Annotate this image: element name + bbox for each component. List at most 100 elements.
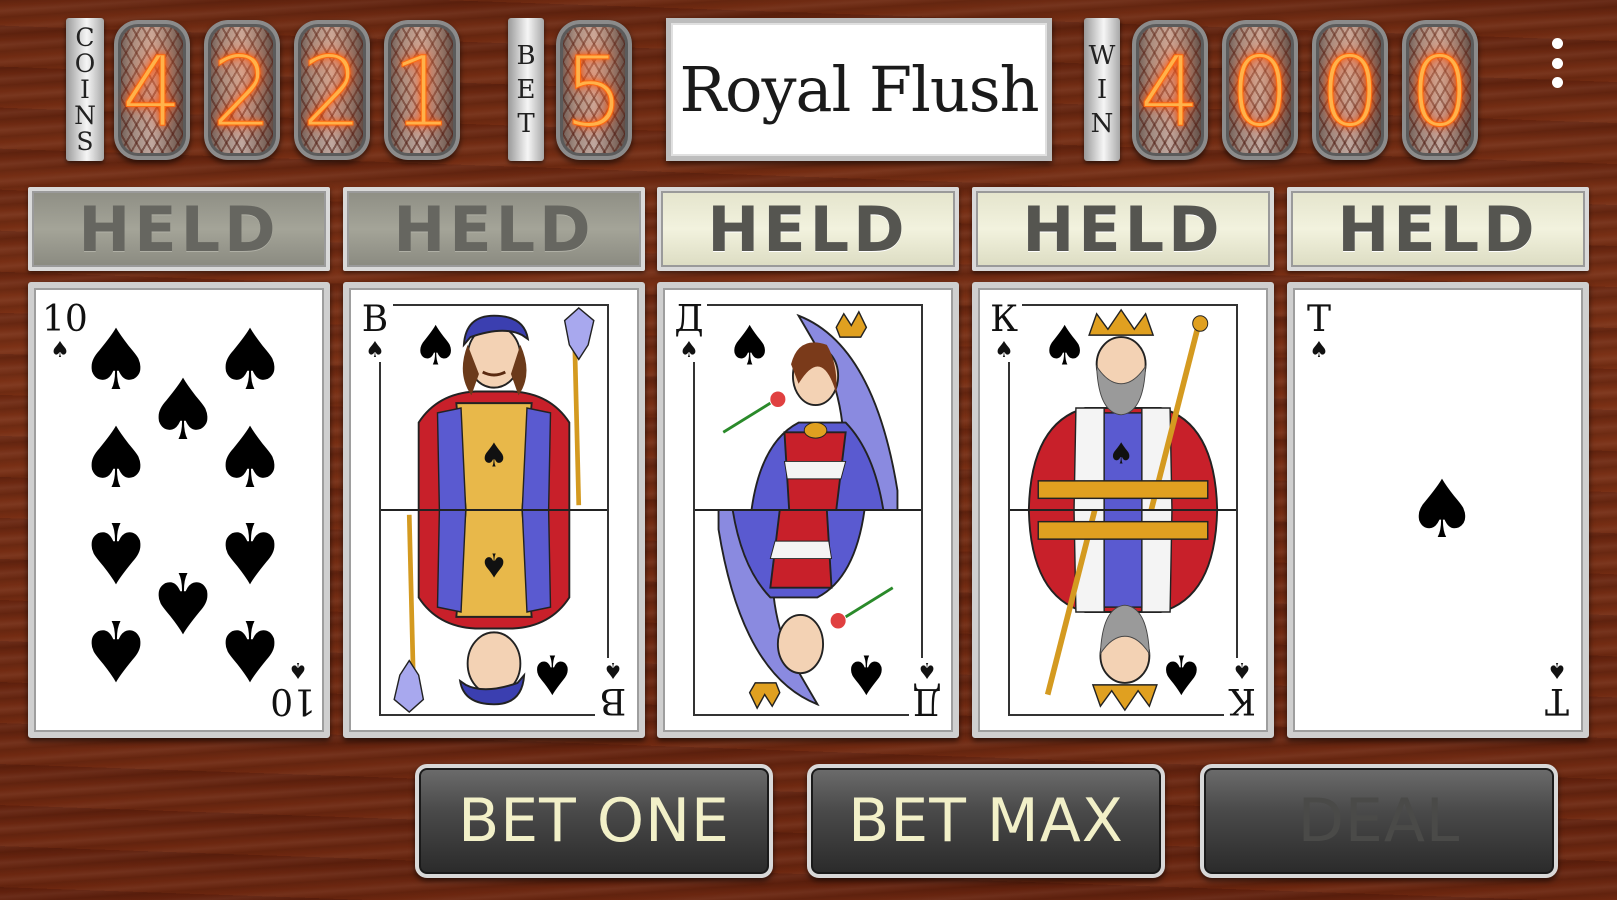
card-rank: Т (1545, 680, 1570, 721)
bet-digit: 5 (563, 36, 625, 148)
svg-text:♠: ♠ (1041, 314, 1088, 378)
spade-icon: ♠ (679, 338, 699, 363)
spade-icon: ♠ (1547, 657, 1567, 682)
coins-digit-tube: 4 (114, 20, 190, 160)
held-label: HELD (1337, 192, 1539, 266)
card-rank: В (599, 680, 627, 721)
svg-text:♠: ♠ (529, 643, 576, 707)
card-corner: Д ♠ (671, 302, 707, 362)
card-rank: 10 (42, 299, 88, 340)
card-5[interactable]: Т ♠ Т ♠ ♠ (1287, 282, 1589, 738)
win-digit: 0 (1319, 36, 1381, 148)
hand-result-panel: Royal Flush (666, 18, 1052, 161)
bet-one-label: BET ONE (458, 786, 730, 856)
held-label: HELD (707, 192, 909, 266)
jack-portrait: ♠ ♠ ♠ ♠ (379, 304, 609, 716)
spade-icon: ♠ (212, 601, 288, 699)
card-rank: Д (912, 680, 942, 721)
card-rank: К (990, 299, 1018, 340)
bet-max-label: BET MAX (848, 786, 1124, 856)
bet-label: B E T (508, 18, 544, 161)
card-3[interactable]: ♠ ♠ Д ♠ Д ♠ (657, 282, 959, 738)
coins-digit-tube: 1 (384, 20, 460, 160)
card-corner: Т ♠ (1301, 302, 1337, 362)
jack-figure-icon: ♠ ♠ ♠ ♠ (381, 306, 607, 714)
win-letter: W (1088, 40, 1116, 71)
overflow-menu-icon[interactable] (1546, 38, 1568, 88)
coins-letter: O (74, 48, 96, 78)
card-2[interactable]: ♠ ♠ ♠ ♠ В ♠ В ♠ (343, 282, 645, 738)
spade-icon: ♠ (78, 503, 154, 601)
spade-icon: ♠ (917, 657, 937, 682)
card-corner: В ♠ (595, 657, 631, 721)
king-figure-icon: ♠ ♠ ♠ (1010, 306, 1236, 714)
bet-max-button[interactable]: BET MAX (807, 764, 1165, 878)
coins-label: C O I N S (66, 18, 104, 161)
win-digit-tube: 0 (1402, 20, 1478, 160)
held-indicator-4[interactable]: HELD (972, 187, 1274, 271)
card-corner: К ♠ (1224, 657, 1260, 721)
svg-text:♠: ♠ (1158, 643, 1205, 707)
spade-icon: ♠ (212, 503, 288, 601)
held-indicator-3[interactable]: HELD (657, 187, 959, 271)
menu-dot (1551, 57, 1563, 69)
coins-letter: C (75, 22, 95, 52)
bet-digit-tube: 5 (556, 20, 632, 160)
svg-text:♠: ♠ (480, 546, 509, 585)
bet-letter: E (516, 74, 536, 105)
menu-dot (1551, 38, 1563, 49)
card-rank: Т (1306, 299, 1331, 340)
deal-button[interactable]: DEAL (1200, 764, 1558, 878)
spade-icon: ♠ (365, 338, 385, 363)
spade-icon: ♠ (1309, 338, 1329, 363)
card-4[interactable]: ♠ ♠ ♠ К ♠ К ♠ (972, 282, 1274, 738)
spade-icon: ♠ (212, 311, 288, 409)
spade-icon: ♠ (50, 338, 70, 363)
coins-letter: I (80, 74, 90, 104)
coins-letter: N (74, 100, 96, 130)
spade-icon: ♠ (212, 409, 288, 507)
bet-letter: B (516, 40, 536, 71)
spade-icon: ♠ (78, 409, 154, 507)
svg-text:♠: ♠ (726, 314, 773, 378)
svg-text:♠: ♠ (412, 314, 459, 378)
spade-icon: ♠ (1406, 463, 1478, 556)
held-label: HELD (1022, 192, 1224, 266)
win-digit: 0 (1229, 36, 1291, 148)
win-digit-tube: 0 (1222, 20, 1298, 160)
svg-text:♠: ♠ (843, 643, 890, 707)
spade-icon: ♠ (1232, 657, 1252, 682)
win-digit-tube: 0 (1312, 20, 1388, 160)
spade-icon: ♠ (78, 601, 154, 699)
card-corner: Д ♠ (909, 657, 945, 721)
coins-digit-tube: 2 (294, 20, 370, 160)
card-1[interactable]: 10 ♠ 10 ♠ ♠ ♠ ♠ ♠ ♠ ♠ ♠ ♠ ♠ ♠ (28, 282, 330, 738)
spade-icon: ♠ (78, 311, 154, 409)
hand-result-text: Royal Flush (679, 53, 1039, 126)
bet-one-button[interactable]: BET ONE (415, 764, 773, 878)
win-digit: 0 (1409, 36, 1471, 148)
win-letter: I (1096, 74, 1108, 105)
win-digit: 4 (1139, 36, 1201, 148)
king-portrait: ♠ ♠ ♠ (1008, 304, 1238, 716)
card-rank: К (1228, 680, 1256, 721)
queen-portrait: ♠ ♠ (693, 304, 923, 716)
spade-icon: ♠ (994, 338, 1014, 363)
svg-text:♠: ♠ (1108, 436, 1133, 471)
held-label: HELD (393, 192, 595, 266)
held-label: HELD (78, 192, 280, 266)
held-indicator-1[interactable]: HELD (28, 187, 330, 271)
spade-icon: ♠ (145, 361, 221, 459)
card-rank: В (361, 299, 389, 340)
deal-label: DEAL (1297, 786, 1461, 856)
card-rank: Д (674, 299, 704, 340)
held-indicator-2[interactable]: HELD (343, 187, 645, 271)
card-corner: 10 ♠ (42, 299, 88, 363)
queen-figure-icon: ♠ ♠ (695, 306, 921, 714)
coins-digit: 2 (301, 36, 363, 148)
coins-digit: 4 (121, 36, 183, 148)
spade-icon: ♠ (145, 553, 221, 651)
held-indicator-5[interactable]: HELD (1287, 187, 1589, 271)
svg-text:♠: ♠ (480, 436, 509, 475)
bet-letter: T (517, 108, 535, 139)
